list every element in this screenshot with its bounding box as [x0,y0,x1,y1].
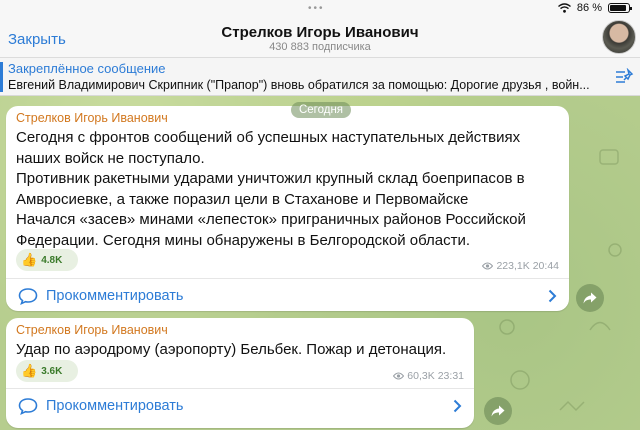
message-line: Удар по аэродрому (аэропорту) Бельбек. П… [16,341,447,358]
view-count: 60,3K [407,370,435,382]
message-bubble[interactable]: Стрелков Игорь Иванович Сегодня с фронто… [6,106,569,311]
share-button[interactable] [484,397,512,425]
reaction-chip[interactable]: 👍 4.8K [16,249,78,271]
chevron-right-icon [548,289,557,303]
pinned-message-bar[interactable]: Закреплённое сообщение Евгений Владимиро… [0,58,640,96]
battery-icon [608,3,632,13]
message-line: Амвросиевке, а также поразил цели в Стах… [16,190,469,208]
share-arrow-icon [583,292,597,304]
share-button[interactable] [576,284,604,312]
battery-percent: 86 % [576,2,602,14]
comment-label: Прокомментировать [46,288,184,304]
comment-bubble-icon [18,288,38,305]
subscriber-count: 430 883 подписчика [269,41,371,53]
message-time: 20:44 [532,260,559,272]
message-author[interactable]: Стрелков Игорь Иванович [16,323,168,337]
view-count: 223,1K [496,260,530,272]
reaction-count: 4.8K [41,254,63,266]
channel-avatar[interactable] [602,20,636,54]
comment-label: Прокомментировать [46,398,184,414]
comment-button[interactable]: Прокомментировать [6,389,474,423]
pinned-indicator [0,62,3,92]
reaction-chip[interactable]: 👍 3.6K [16,360,78,382]
message-line: Начался «засев» минами «лепесток» пригра… [16,211,526,228]
thumbs-up-icon: 👍 [21,363,38,378]
eye-icon [482,262,494,270]
channel-title[interactable]: Стрелков Игорь Иванович [0,24,640,41]
pin-list-icon[interactable] [614,68,634,86]
message-text: Удар по аэродрому (аэропорту) Бельбек. П… [16,340,446,361]
date-separator: Сегодня [291,102,351,118]
message-line: Противник ракетными ударами уничтожил кр… [16,170,525,187]
thumbs-up-icon: 👍 [21,252,38,267]
reaction-count: 3.6K [41,365,63,377]
chat-header: ••• 86 % Закрыть Стрелков Игорь Иванович… [0,0,640,58]
chevron-right-icon [453,399,462,413]
eye-icon [393,372,405,380]
status-bar: 86 % [557,2,632,14]
pinned-text: Евгений Владимирович Скрипник ("Прапор")… [8,78,590,92]
pinned-title: Закреплённое сообщение [8,61,166,76]
message-line: Федерации. Сегодня мины обнаружены в Бел… [16,231,471,249]
message-bubble[interactable]: Стрелков Игорь Иванович Удар по аэродром… [6,318,474,428]
message-author[interactable]: Стрелков Игорь Иванович [16,111,168,125]
message-line: наших войск не поступало. [16,149,205,167]
wifi-icon [557,3,571,13]
message-time: 23:31 [437,370,464,382]
multitask-dots[interactable]: ••• [308,3,325,14]
message-meta: 60,3K 23:31 [393,370,464,382]
message-line: Сегодня с фронтов сообщений об успешных … [16,129,521,146]
share-arrow-icon [491,405,505,417]
message-text: Сегодня с фронтов сообщений об успешных … [16,128,568,251]
comment-button[interactable]: Прокомментировать [6,279,569,313]
comment-bubble-icon [18,398,38,415]
message-meta: 223,1K 20:44 [482,260,559,272]
